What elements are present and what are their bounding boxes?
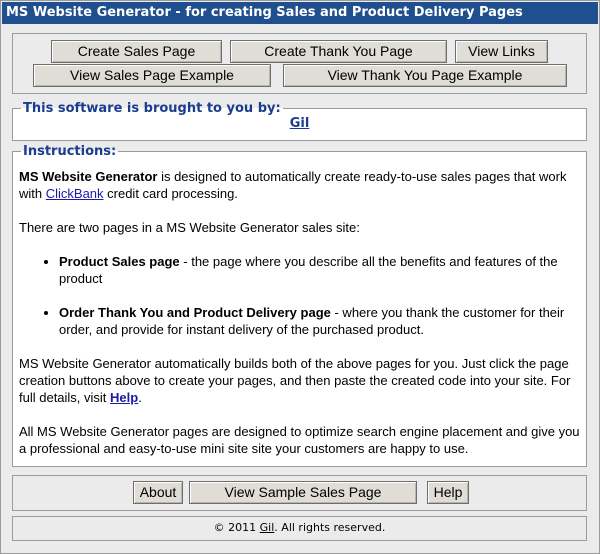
instructions-box: Instructions: MS Website Generator is de… (12, 144, 587, 467)
pages-list: Product Sales page - the page where you … (19, 253, 580, 338)
sponsor-box: This software is brought to you by: Gil (12, 101, 587, 141)
view-thank-you-page-example-button[interactable]: View Thank You Page Example (283, 64, 567, 87)
help-button[interactable]: Help (427, 481, 469, 504)
product-name: MS Website Generator (19, 169, 158, 184)
footer-author-link[interactable]: Gil (260, 521, 275, 534)
author-link[interactable]: Gil (19, 116, 580, 131)
toolbar-panel: Create Sales Page Create Thank You Page … (12, 33, 587, 94)
seo-paragraph: All MS Website Generator pages are desig… (19, 424, 580, 456)
bottom-button-panel: About View Sample Sales Page Help (12, 475, 587, 511)
create-thank-you-page-button[interactable]: Create Thank You Page (230, 40, 447, 63)
builds-paragraph: MS Website Generator automatically build… (19, 356, 571, 405)
instructions-content: MS Website Generator is designed to auto… (19, 168, 580, 457)
view-sample-sales-page-button[interactable]: View Sample Sales Page (189, 481, 417, 504)
view-sales-page-example-button[interactable]: View Sales Page Example (33, 64, 271, 87)
list-item: Product Sales page - the page where you … (59, 253, 580, 287)
copyright-text: © 2011 Gil. All rights reserved. (213, 521, 386, 534)
footer-panel: © 2011 Gil. All rights reserved. (12, 516, 587, 541)
sponsor-legend: This software is brought to you by: (23, 101, 281, 116)
instructions-legend: Instructions: (23, 144, 117, 159)
clickbank-link[interactable]: ClickBank (46, 186, 104, 201)
window-title: MS Website Generator - for creating Sale… (2, 2, 598, 24)
list-item: Order Thank You and Product Delivery pag… (59, 304, 580, 338)
create-sales-page-button[interactable]: Create Sales Page (51, 40, 222, 63)
about-button[interactable]: About (133, 481, 183, 504)
app-window: MS Website Generator - for creating Sale… (0, 0, 600, 554)
view-links-button[interactable]: View Links (455, 40, 548, 63)
help-link[interactable]: Help (110, 390, 138, 405)
pages-paragraph: There are two pages in a MS Website Gene… (19, 220, 360, 235)
intro-paragraph: MS Website Generator is designed to auto… (19, 169, 567, 201)
